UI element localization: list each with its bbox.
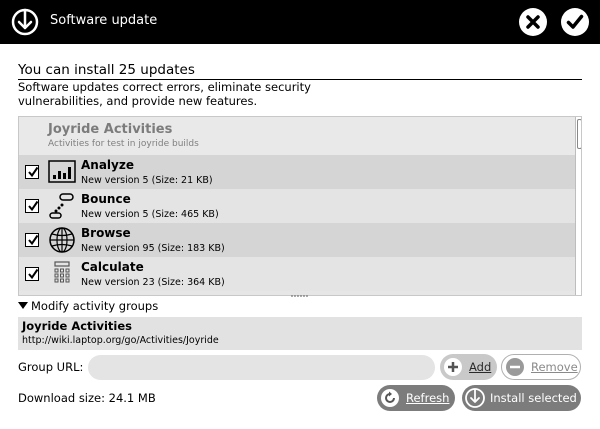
modify-groups-toggle[interactable]: Modify activity groups xyxy=(18,299,158,313)
checkmark-icon[interactable] xyxy=(560,7,590,37)
activity-list[interactable]: Joyride Activities Activities for test i… xyxy=(18,116,582,296)
updates-description: Software updates correct errors, elimina… xyxy=(18,80,311,108)
item-version: New version 23 (Size: 364 KB) xyxy=(81,277,225,288)
remove-label: Remove xyxy=(531,360,578,374)
item-checkbox[interactable] xyxy=(25,233,39,247)
item-checkbox[interactable] xyxy=(25,165,39,179)
item-checkbox[interactable] xyxy=(25,199,39,213)
updates-heading: You can install 25 updates xyxy=(18,62,582,80)
add-button[interactable]: Add xyxy=(440,354,497,380)
item-checkbox[interactable] xyxy=(25,267,39,281)
globe-icon xyxy=(49,227,75,253)
item-name: Analyze xyxy=(81,158,134,172)
resize-grip-icon[interactable] xyxy=(291,294,309,298)
remove-button[interactable]: Remove xyxy=(501,354,581,380)
selected-group[interactable]: Joyride Activities http://wiki.laptop.or… xyxy=(18,317,582,350)
item-name: Bounce xyxy=(81,192,131,206)
add-label: Add xyxy=(469,360,492,374)
group-header: Joyride Activities Activities for test i… xyxy=(19,117,575,155)
bar-chart-icon xyxy=(48,160,76,183)
download-size: Download size: 24.1 MB xyxy=(18,391,156,405)
item-name: Calculate xyxy=(81,260,144,274)
calculator-icon xyxy=(54,261,70,283)
list-item: Analyze New version 5 (Size: 21 KB) xyxy=(19,155,575,189)
title-bar: Software update xyxy=(0,0,600,44)
install-selected-label: Install selected xyxy=(490,391,577,405)
window-title: Software update xyxy=(50,13,158,28)
install-selected-button[interactable]: Install selected xyxy=(462,385,581,411)
item-version: New version 5 (Size: 465 KB) xyxy=(81,209,219,220)
list-scrollbar[interactable] xyxy=(575,117,581,295)
close-icon[interactable] xyxy=(518,7,548,37)
modify-groups-label: Modify activity groups xyxy=(31,299,159,313)
group-url-label: Group URL: xyxy=(18,360,84,374)
minus-icon xyxy=(506,358,524,376)
expander-triangle-icon xyxy=(18,302,28,309)
selected-group-title: Joyride Activities xyxy=(22,319,133,333)
selected-group-url: http://wiki.laptop.org/go/Activities/Joy… xyxy=(22,335,219,346)
item-version: New version 95 (Size: 183 KB) xyxy=(81,243,225,254)
download-arrow-icon xyxy=(11,8,39,36)
item-name: Browse xyxy=(81,226,131,240)
group-url-input[interactable] xyxy=(88,355,435,380)
list-item: Browse New version 95 (Size: 183 KB) xyxy=(19,223,575,257)
list-item: Calculate New version 23 (Size: 364 KB) xyxy=(19,257,575,291)
bounce-icon xyxy=(49,193,74,219)
list-item: Bounce New version 5 (Size: 465 KB) xyxy=(19,189,575,223)
group-title: Joyride Activities xyxy=(48,122,173,137)
scrollbar-thumb[interactable] xyxy=(577,119,581,149)
group-subtitle: Activities for test in joyride builds xyxy=(48,139,199,149)
refresh-icon xyxy=(381,389,399,407)
download-arrow-icon xyxy=(465,388,485,408)
item-version: New version 5 (Size: 21 KB) xyxy=(81,175,213,186)
plus-icon xyxy=(444,358,462,376)
refresh-label: Refresh xyxy=(406,391,450,405)
refresh-button[interactable]: Refresh xyxy=(377,385,455,411)
